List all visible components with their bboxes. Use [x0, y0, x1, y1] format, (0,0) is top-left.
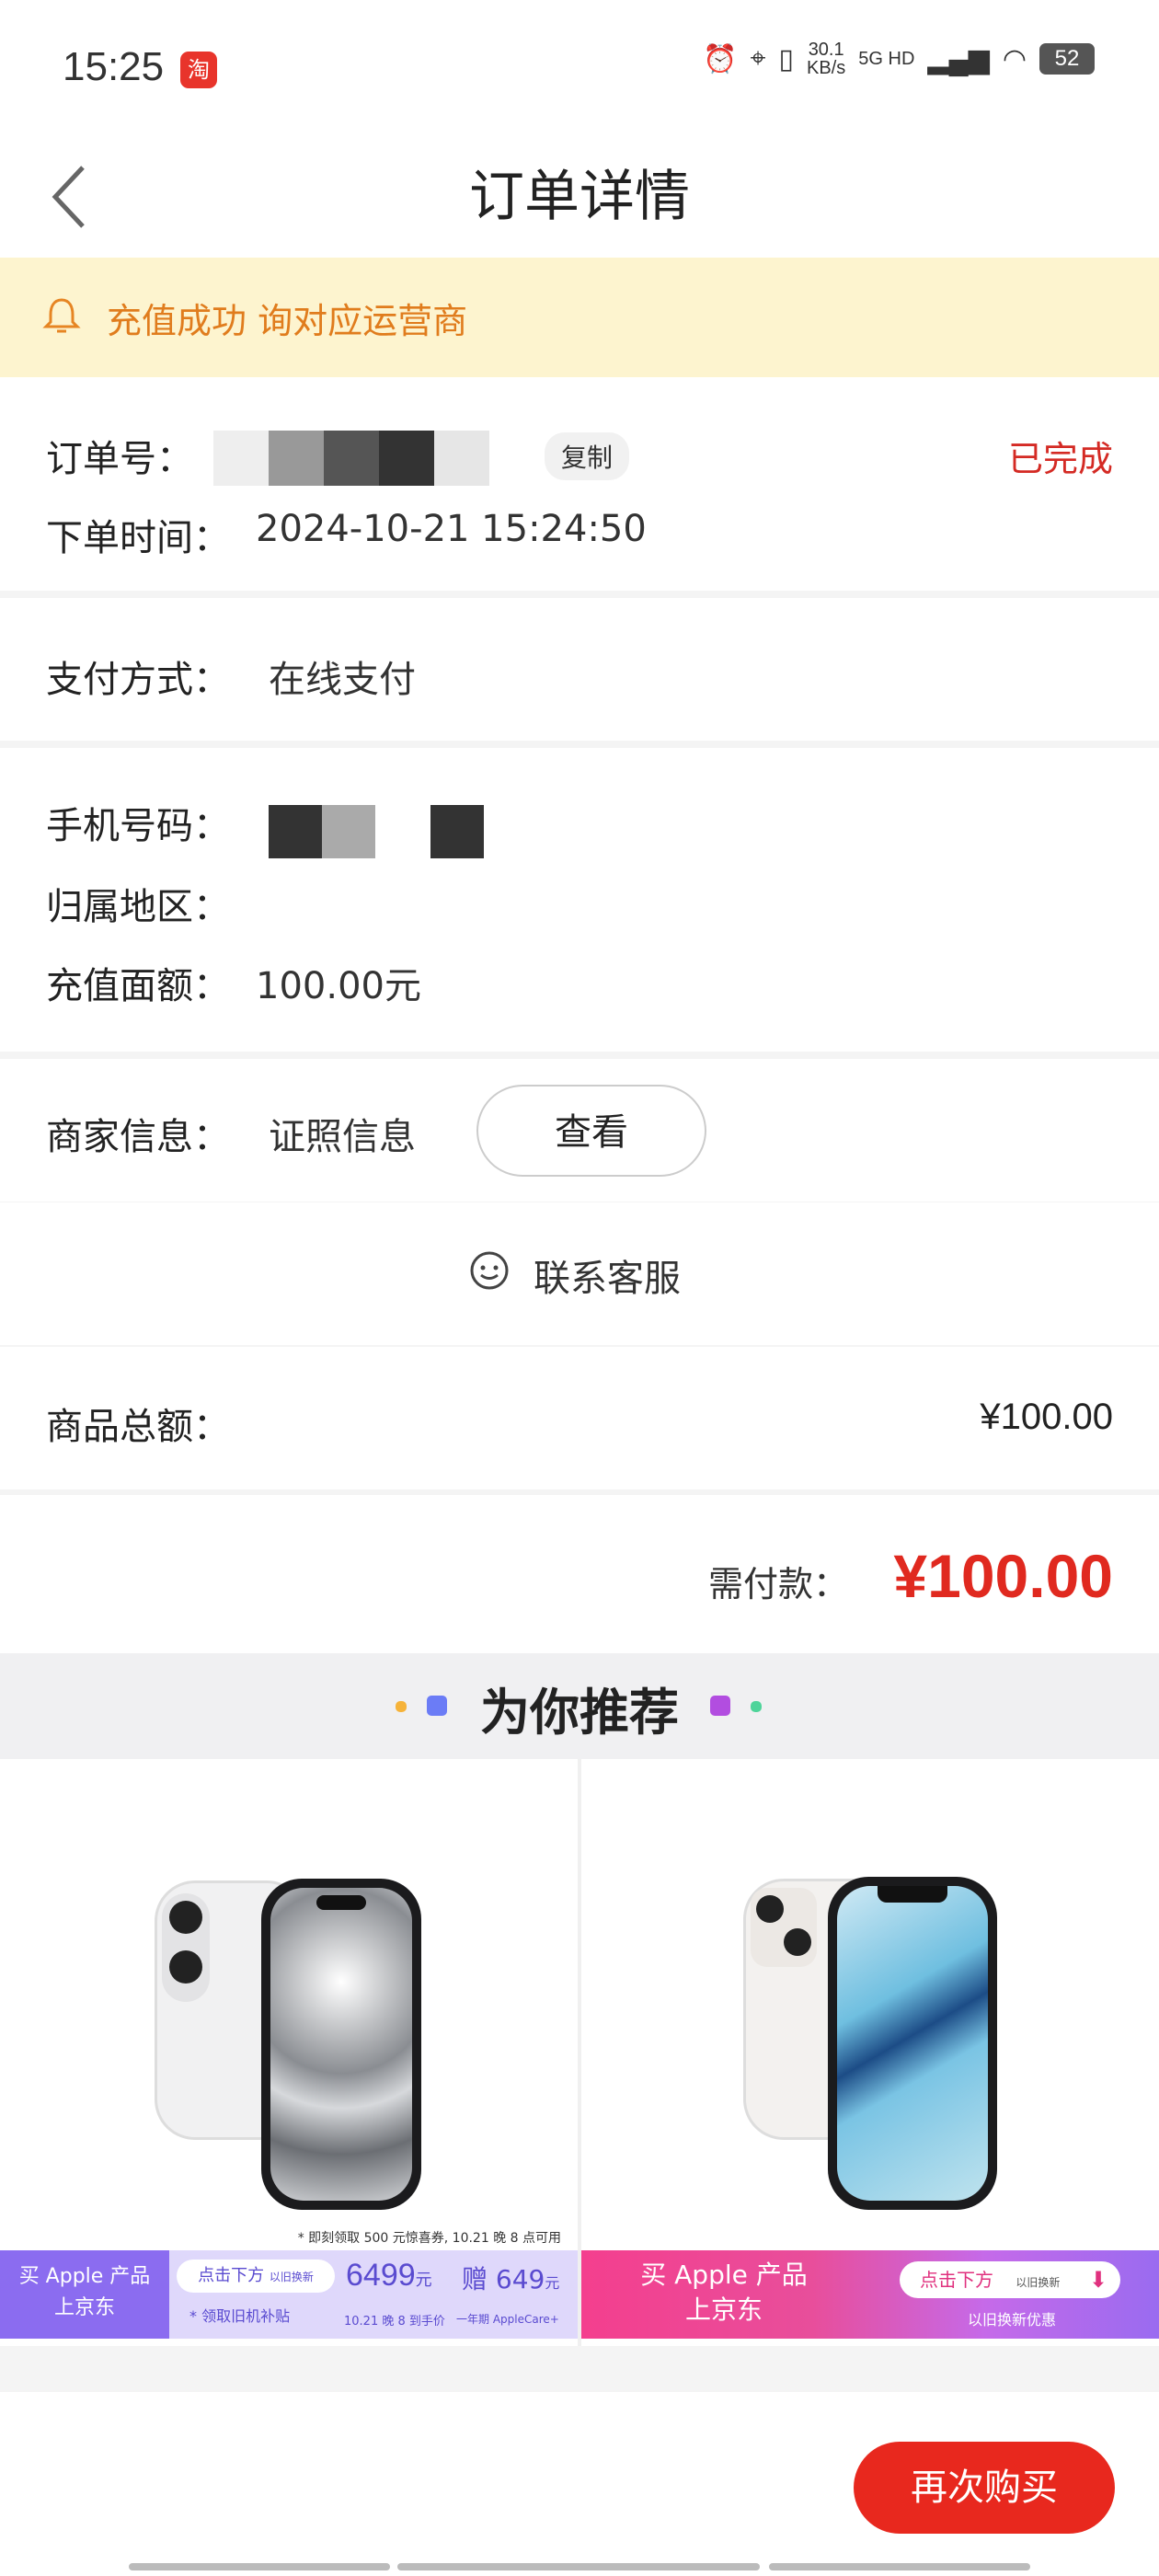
merchant-card: 商家信息： 证照信息 查看: [0, 1059, 1159, 1202]
merchant-label: 商家信息：: [46, 1116, 230, 1158]
order-no-label: 订单号：: [46, 438, 193, 480]
status-time: 15:25: [63, 44, 165, 89]
order-time-value: 2024-10-21 15:24:50: [256, 508, 647, 550]
amount-label: 充值面额：: [46, 965, 230, 1007]
price-note: 10.21 晚 8 到手价: [344, 2315, 445, 2329]
order-info-card: 订单号： 复制 已完成 下单时间： 2024-10-21 15:24:50: [0, 377, 1159, 591]
page-title: 订单详情: [469, 165, 690, 229]
phone-label: 手机号码：: [46, 805, 230, 847]
notice-bar: 充值成功 询对应运营商: [0, 258, 1159, 377]
status-icons: ⏰ ⌖ ▯ 30.1 KB/s 5G HD ▂▄▆ ◠ 52: [703, 40, 1095, 77]
camera-lens: [756, 1895, 784, 1923]
banner-mid-line2: 以旧换新优惠: [968, 2311, 1057, 2329]
battery-icon: 52: [1039, 43, 1095, 75]
chat-icon: [467, 1250, 511, 1294]
promo-banner-1[interactable]: 买 Apple 产品 上京东 点击下方 以旧换新 * 领取旧机补贴 6499元 …: [0, 2250, 578, 2339]
banner-left-line1: 买 Apple 产品: [18, 2265, 151, 2288]
net-speed: 30.1 KB/s: [807, 40, 845, 77]
merchant-value: 证照信息: [269, 1116, 416, 1158]
gesture-bar[interactable]: [769, 2563, 1030, 2570]
banner-mid-tag: 以旧换新: [1016, 2276, 1061, 2289]
pay-method-label: 支付方式：: [46, 659, 230, 701]
pay-amount: ¥100.00: [893, 1542, 1113, 1610]
phone-image-front: [828, 1877, 997, 2210]
vibrate-icon: ▯: [778, 43, 795, 75]
total-card: 商品总额： ¥100.00: [0, 1347, 1159, 1489]
region-label: 归属地区：: [46, 886, 230, 928]
notice-text: 充值成功 询对应运营商: [107, 301, 468, 341]
copy-button[interactable]: 复制: [545, 432, 630, 480]
banner-mid-line1: 点击下方: [920, 2269, 993, 2291]
product-card-1[interactable]: * 即刻领取 500 元惊喜券, 10.21 晚 8 点可用 买 Apple 产…: [0, 1759, 578, 2346]
bell-icon: [40, 294, 83, 337]
banner-left-line2: 上京东: [684, 2294, 763, 2325]
contact-service-label: 联系客服: [534, 1258, 681, 1300]
banner-left-line1: 买 Apple 产品: [640, 2260, 808, 2290]
signal-bars-icon: ▂▄▆: [927, 43, 990, 75]
gesture-bar[interactable]: [129, 2563, 390, 2570]
buy-again-button[interactable]: 再次购买: [854, 2442, 1115, 2534]
gift-value: 赠 649: [462, 2264, 545, 2294]
footnote: * 即刻领取 500 元惊喜券, 10.21 晚 8 点可用: [297, 2231, 561, 2246]
recommend-header: 为你推荐: [0, 1653, 1159, 1759]
pay-label: 需付款：: [708, 1564, 849, 1604]
phone-image-front: [261, 1879, 421, 2210]
banner-left-line2: 上京东: [53, 2296, 115, 2319]
decor-dot: [710, 1696, 730, 1716]
pay-method-card: 支付方式： 在线支付: [0, 598, 1159, 741]
price-value: 6499: [346, 2258, 416, 2293]
amount-value: 100.00元: [256, 965, 421, 1007]
app-badge-icon: 淘: [180, 52, 217, 88]
gesture-bar[interactable]: [397, 2563, 760, 2570]
banner-mid-tag: 以旧换新: [269, 2271, 314, 2283]
pay-method-value: 在线支付: [269, 659, 416, 701]
view-button[interactable]: 查看: [476, 1085, 706, 1177]
product-card-2[interactable]: 买 Apple 产品 上京东 点击下方 以旧换新 ⬇ 以旧换新优惠: [581, 1759, 1159, 2346]
order-time-label: 下单时间：: [46, 517, 230, 559]
total-label: 商品总额：: [46, 1406, 230, 1448]
camera-lens: [169, 1901, 202, 1934]
order-no-masked: [213, 431, 531, 486]
camera-lens: [784, 1928, 811, 1956]
total-value: ¥100.00: [980, 1397, 1113, 1437]
price-unit: 元: [415, 2271, 432, 2289]
contact-card[interactable]: 联系客服: [0, 1202, 1159, 1345]
arrow-down-icon: ⬇: [1088, 2267, 1107, 2293]
order-status: 已完成: [1007, 439, 1113, 479]
banner-mid-line1: 点击下方: [198, 2266, 265, 2285]
recharge-info-card: 手机号码： 归属地区： 充值面额： 100.00元: [0, 748, 1159, 1052]
promo-banner-2[interactable]: 买 Apple 产品 上京东 点击下方 以旧换新 ⬇ 以旧换新优惠: [581, 2250, 1159, 2339]
wifi-icon: ◠: [1002, 43, 1027, 75]
decor-dot: [751, 1701, 762, 1712]
bottom-bar: 再次购买: [0, 2392, 1159, 2576]
pay-card: 需付款： ¥100.00: [0, 1495, 1159, 1653]
banner-mid-line2: * 领取旧机补贴: [189, 2307, 291, 2325]
nav-bar: 订单详情: [0, 138, 1159, 258]
alarm-icon: ⏰: [703, 43, 738, 75]
gift-unit: 元: [545, 2274, 560, 2292]
gift-note: 一年期 AppleCare+: [456, 2313, 559, 2326]
phone-masked: [269, 805, 486, 858]
net-speed-unit: KB/s: [807, 58, 846, 78]
signal-label: 5G HD: [858, 49, 915, 69]
status-bar: 15:25 淘 ⏰ ⌖ ▯ 30.1 KB/s 5G HD ▂▄▆ ◠ 52: [0, 0, 1159, 138]
net-speed-value: 30.1: [808, 40, 844, 60]
recommend-title: 为你推荐: [480, 1684, 679, 1742]
camera-lens: [169, 1950, 202, 1984]
location-icon: ⌖: [750, 43, 766, 74]
